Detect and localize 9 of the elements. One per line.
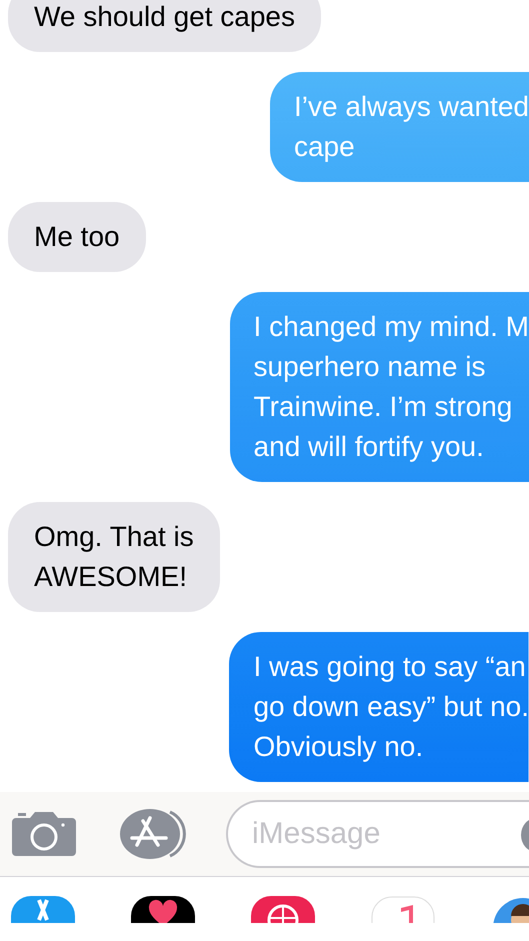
message-bubble: We should get capes xyxy=(8,0,321,52)
message-bubble: I was going to say “an go down easy” but no. Obviously no. xyxy=(229,632,529,782)
message-input-field[interactable]: iMessage xyxy=(226,800,529,868)
message-input[interactable]: iMessage xyxy=(250,816,470,852)
message-bubble: Omg. That is AWESOME! xyxy=(8,502,220,612)
camera-icon[interactable] xyxy=(12,810,76,858)
message-bubble: Me too xyxy=(8,202,146,272)
message-bubble: I changed my mind. M superhero name is Trainwine. I’m strong and will fortify you. xyxy=(230,292,529,482)
message-bubble: I’ve always wanted cape xyxy=(270,72,529,182)
